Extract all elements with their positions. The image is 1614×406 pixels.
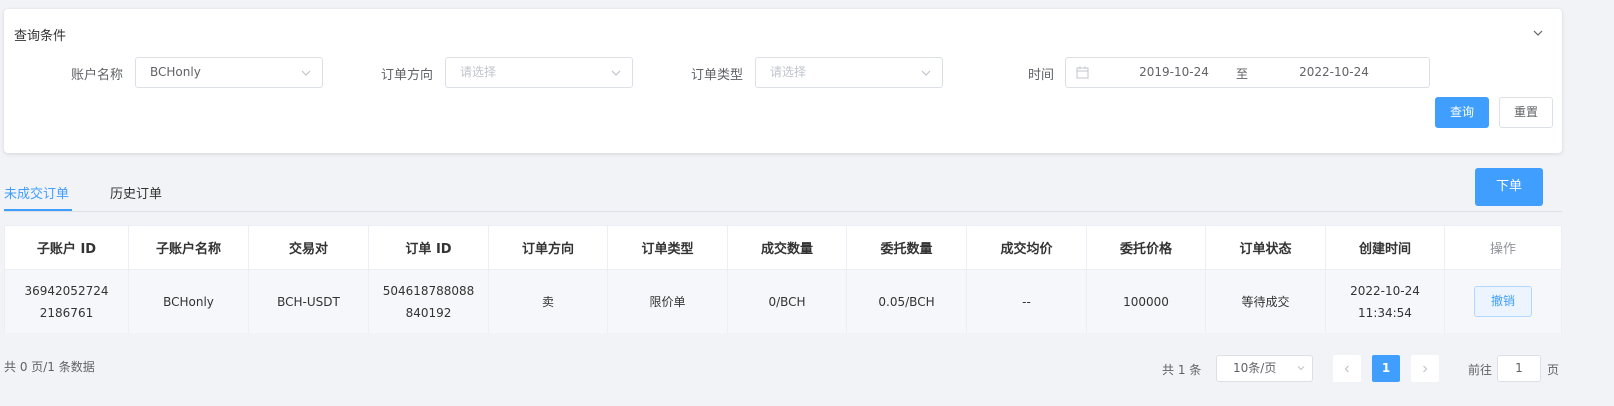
- column-header: 交易对: [249, 226, 369, 269]
- next-page-button[interactable]: [1411, 355, 1439, 382]
- type-select[interactable]: 请选择: [755, 57, 943, 88]
- chevron-right-icon: [1423, 365, 1428, 372]
- tab-open-orders[interactable]: 未成交订单: [4, 183, 69, 202]
- cell-pair: BCH-USDT: [249, 270, 369, 333]
- column-header: 子账户名称: [129, 226, 249, 269]
- type-select-placeholder: 请选择: [770, 65, 807, 79]
- page-size-value: 10条/页: [1233, 361, 1277, 375]
- column-header: 成交均价: [967, 226, 1087, 269]
- goto-page-input[interactable]: 1: [1497, 355, 1541, 382]
- type-label: 订单类型: [691, 68, 744, 83]
- cell-sub-account-id: 369420527242186761: [5, 270, 129, 333]
- cell-action: 撤销: [1445, 270, 1561, 333]
- column-header: 操作: [1489, 242, 1516, 257]
- prev-page-button[interactable]: [1333, 355, 1361, 382]
- time-label: 时间: [1028, 68, 1055, 83]
- date-range-picker[interactable]: 2019-10-24 至 2022-10-24: [1065, 57, 1430, 88]
- date-separator: 至: [1236, 67, 1249, 81]
- search-button[interactable]: 查询: [1435, 97, 1489, 128]
- direction-label: 订单方向: [381, 68, 434, 83]
- footer-total-text: 共 0 页/1 条数据: [4, 360, 95, 374]
- cell-filled-qty: 0/BCH: [728, 270, 847, 333]
- orders-table: 子账户 ID 子账户名称 交易对 订单 ID 订单方向 订单类型 成交数量 委托…: [4, 225, 1562, 333]
- chevron-down-icon: [611, 70, 621, 76]
- cancel-order-button[interactable]: 撤销: [1474, 286, 1532, 317]
- chevron-down-icon: [921, 70, 931, 76]
- query-title: 查询条件: [14, 29, 67, 44]
- page-size-select[interactable]: 10条/页: [1216, 355, 1313, 382]
- pagination-total: 共 1 条: [1162, 363, 1202, 377]
- table-row: 369420527242186761 BCHonly BCH-USDT 5046…: [5, 269, 1561, 333]
- column-header: 订单类型: [608, 226, 728, 269]
- place-order-button[interactable]: 下单: [1475, 168, 1543, 206]
- direction-select[interactable]: 请选择: [445, 57, 633, 88]
- cell-order-price: 100000: [1087, 270, 1206, 333]
- chevron-down-icon: [301, 70, 311, 76]
- column-header: 委托价格: [1087, 226, 1206, 269]
- date-end[interactable]: 2022-10-24: [1286, 65, 1382, 79]
- column-header: 订单 ID: [369, 226, 489, 269]
- cell-avg-price: --: [967, 270, 1087, 333]
- direction-select-placeholder: 请选择: [460, 65, 497, 79]
- cell-status: 等待成交: [1206, 270, 1326, 333]
- column-header: 成交数量: [728, 226, 847, 269]
- cell-type: 限价单: [608, 270, 728, 333]
- order-tabs: 未成交订单 历史订单: [4, 176, 1562, 212]
- tab-history-orders[interactable]: 历史订单: [110, 183, 162, 202]
- calendar-icon: [1076, 66, 1089, 79]
- cell-order-id: 504618788088840192: [369, 270, 489, 333]
- date-start[interactable]: 2019-10-24: [1126, 65, 1222, 79]
- page-number-current[interactable]: 1: [1372, 355, 1400, 382]
- table-header: 子账户 ID 子账户名称 交易对 订单 ID 订单方向 订单类型 成交数量 委托…: [5, 226, 1561, 269]
- column-header: 委托数量: [847, 226, 967, 269]
- column-header: 创建时间: [1326, 226, 1445, 269]
- column-header: 子账户 ID: [5, 226, 129, 269]
- goto-unit: 页: [1547, 363, 1560, 377]
- cell-order-qty: 0.05/BCH: [847, 270, 967, 333]
- cell-direction: 卖: [489, 270, 608, 333]
- column-header: 订单状态: [1206, 226, 1326, 269]
- reset-button[interactable]: 重置: [1499, 97, 1553, 128]
- account-label: 账户名称: [71, 68, 124, 83]
- column-header: 订单方向: [489, 226, 608, 269]
- cell-created-time: 2022-10-24 11:34:54: [1326, 270, 1445, 333]
- query-panel: 查询条件 账户名称 BCHonly 订单方向 请选择 订单类型 请选择 时间 2…: [4, 9, 1562, 153]
- chevron-down-icon: [1297, 366, 1305, 371]
- chevron-up-icon[interactable]: [1532, 27, 1544, 39]
- chevron-left-icon: [1344, 365, 1349, 372]
- active-tab-indicator: [4, 209, 72, 211]
- account-select-value: BCHonly: [150, 65, 201, 79]
- account-select[interactable]: BCHonly: [135, 57, 323, 88]
- goto-label: 前往: [1468, 363, 1493, 377]
- cell-sub-account-name: BCHonly: [129, 270, 249, 333]
